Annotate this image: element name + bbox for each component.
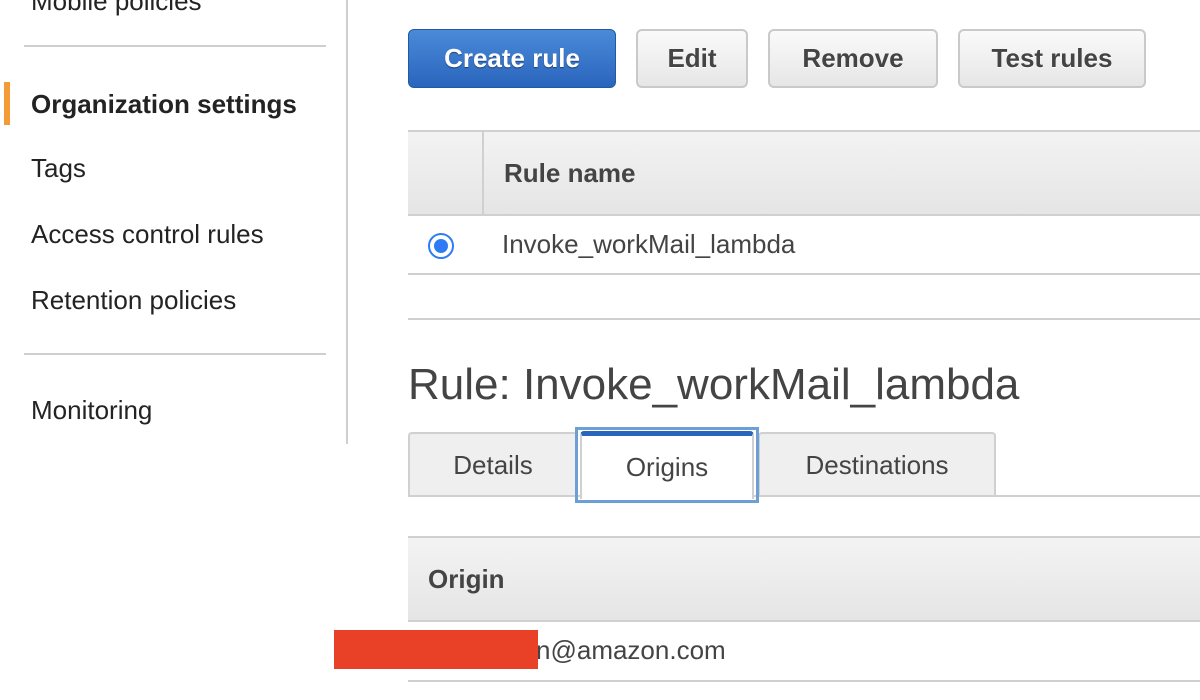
row-divider	[408, 273, 1200, 275]
radio-selected-dot	[434, 239, 448, 253]
sidebar-item-organization-settings[interactable]: Organization settings	[31, 89, 297, 120]
create-rule-button[interactable]: Create rule	[408, 29, 616, 88]
rule-name-cell[interactable]: Invoke_workMail_lambda	[502, 229, 795, 260]
active-indicator	[4, 82, 10, 125]
sidebar-item-access-control-rules[interactable]: Access control rules	[31, 219, 264, 250]
column-header-origin[interactable]: Origin	[428, 564, 505, 595]
sidebar-divider	[24, 353, 326, 355]
tab-destinations[interactable]: Destinations	[758, 432, 996, 496]
origin-email-cell: n@amazon.com	[536, 635, 726, 665]
tab-origins[interactable]: Origins	[580, 431, 754, 499]
row-select-radio[interactable]	[428, 233, 454, 259]
table-bottom-border	[408, 318, 1200, 320]
sidebar-item-monitoring[interactable]: Monitoring	[31, 395, 152, 426]
row-divider	[408, 680, 1200, 682]
sidebar-divider	[24, 45, 326, 47]
column-header-rule-name[interactable]: Rule name	[504, 158, 636, 189]
test-rules-button[interactable]: Test rules	[958, 29, 1146, 88]
redaction-box	[334, 630, 538, 669]
column-separator	[482, 132, 484, 214]
sidebar-item-mobile-policies[interactable]: Mobile policies	[31, 0, 202, 17]
sidebar-item-retention-policies[interactable]: Retention policies	[31, 285, 236, 316]
tabs-baseline	[408, 495, 1200, 497]
remove-button[interactable]: Remove	[768, 29, 938, 88]
edit-button[interactable]: Edit	[636, 29, 748, 88]
sidebar-item-tags[interactable]: Tags	[31, 153, 86, 184]
rule-detail-title: Rule: Invoke_workMail_lambda	[408, 360, 1020, 409]
sidebar-border	[346, 0, 348, 444]
origins-table-header	[408, 536, 1200, 622]
tab-details[interactable]: Details	[408, 432, 578, 496]
